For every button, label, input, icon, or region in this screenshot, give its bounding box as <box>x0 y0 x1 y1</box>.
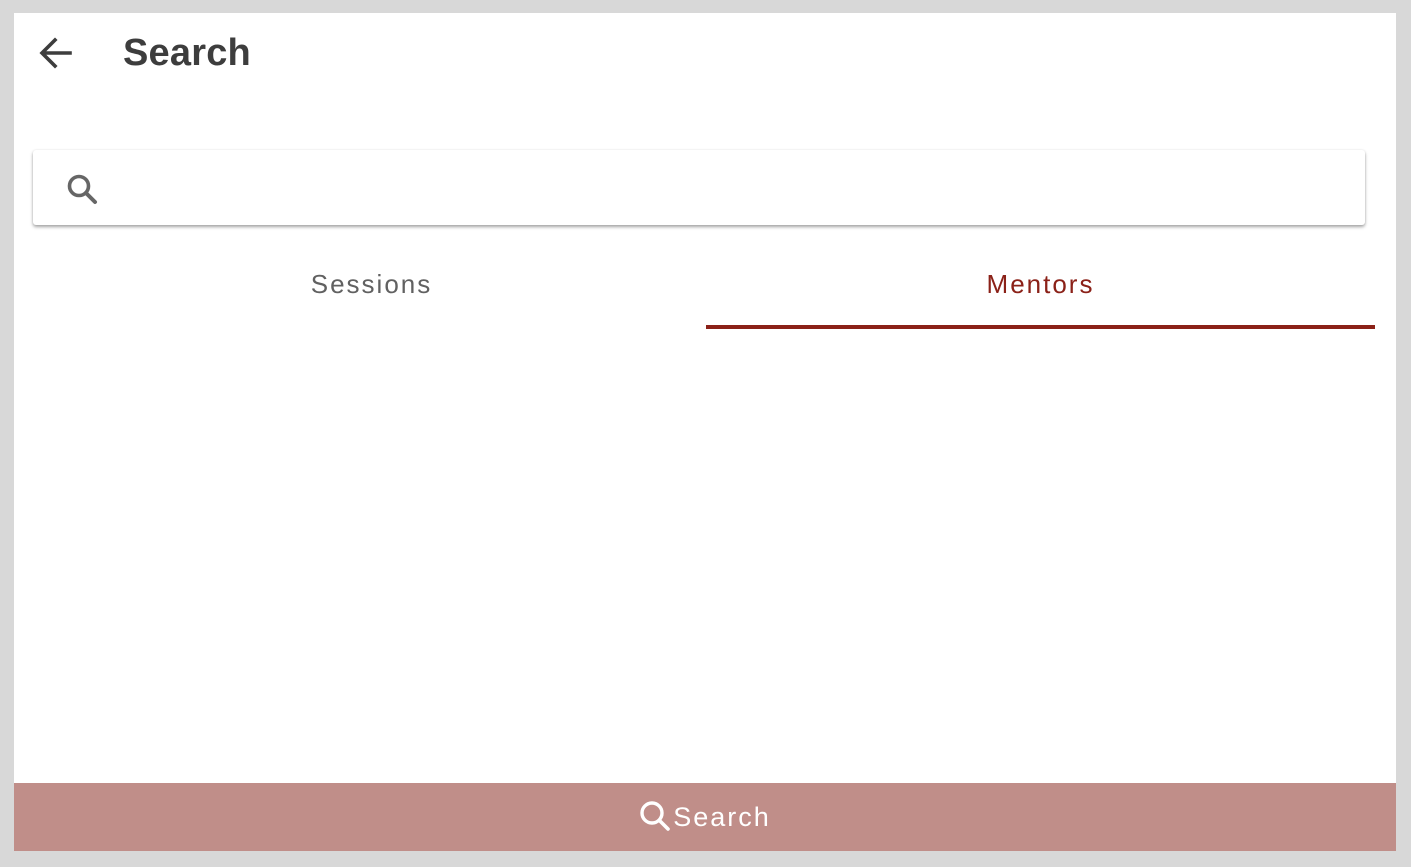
search-submit-button[interactable]: Search <box>14 783 1396 851</box>
tab-sessions[interactable]: Sessions <box>37 249 706 329</box>
search-icon <box>67 174 97 204</box>
page-title: Search <box>123 32 251 74</box>
search-icon <box>640 801 671 831</box>
arrow-left-icon <box>39 37 72 69</box>
active-tab-indicator <box>706 325 1375 329</box>
app-header: Search <box>14 13 1396 93</box>
search-submit-label: Search <box>673 802 771 832</box>
search-input[interactable] <box>123 162 1347 214</box>
back-button[interactable] <box>34 31 78 75</box>
tab-bar: Sessions Mentors <box>37 249 1375 329</box>
search-bar[interactable] <box>33 150 1365 225</box>
tab-mentors[interactable]: Mentors <box>706 249 1375 329</box>
app-window: Search Sessions Mentors Search <box>14 13 1396 851</box>
